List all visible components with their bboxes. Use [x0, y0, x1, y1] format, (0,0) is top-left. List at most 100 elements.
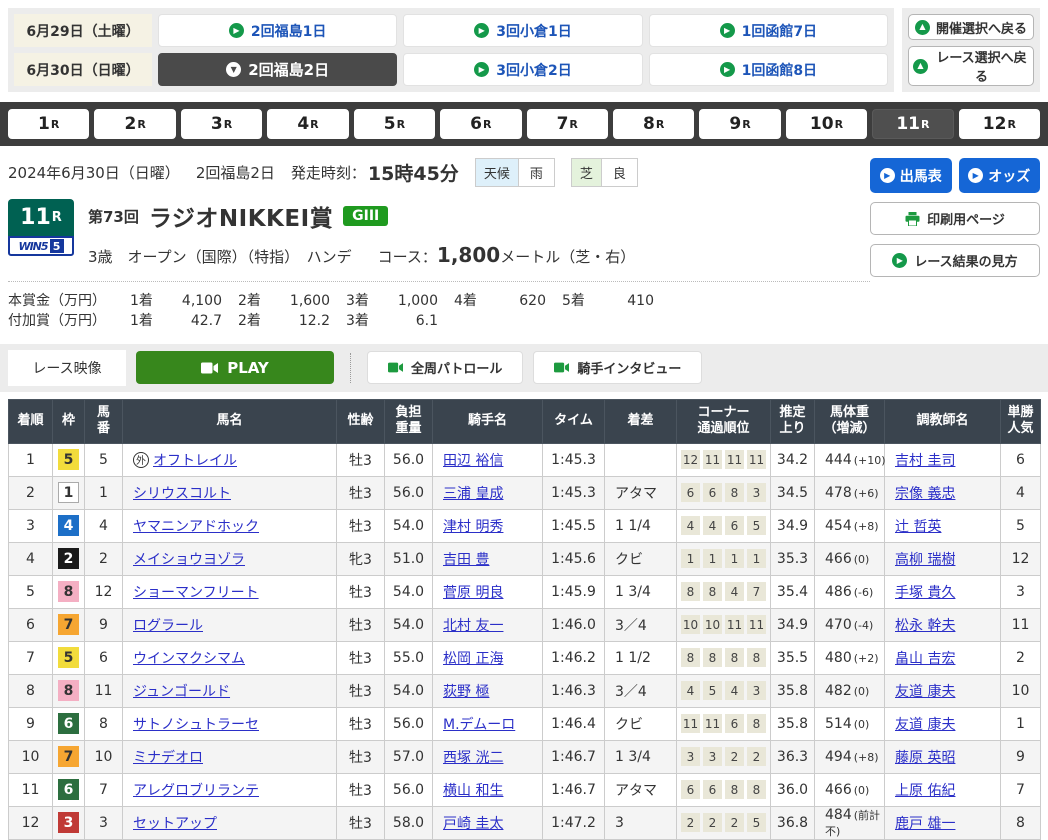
horse-name-link[interactable]: サトノシュトラーセ — [133, 714, 259, 734]
race-action-buttons: ▶ 出馬表 ▶ オッズ 印刷用ページ ▶ レース結果の見方 — [870, 158, 1040, 332]
race-number-block: 11R WIN5 5 — [8, 199, 74, 256]
trainer-link[interactable]: 辻 哲英 — [895, 519, 941, 535]
trainer-link[interactable]: 高柳 瑞樹 — [895, 552, 955, 568]
trainer-link[interactable]: 友道 康夫 — [895, 684, 955, 700]
race-tab-11r[interactable]: 11R — [872, 109, 953, 139]
back-button[interactable]: ▲レース選択へ戻る — [908, 46, 1034, 86]
corner-position-boxes: 4465 — [680, 516, 767, 535]
print-page-button[interactable]: 印刷用ページ — [870, 202, 1040, 235]
corner-positions: 4465 — [677, 509, 771, 542]
back-button[interactable]: ▲開催選択へ戻る — [908, 14, 1034, 40]
column-header: 着順 — [9, 399, 53, 443]
corner-positions: 10101111 — [677, 608, 771, 641]
patrol-video-button[interactable]: 全周パトロール — [367, 351, 523, 384]
meeting-selector: 6月29日（土曜）▶2回福島1日▶3回小倉1日▶1回函館7日6月30日（日曜）▼… — [8, 8, 894, 92]
finish-time: 1:45.3 — [543, 476, 605, 509]
jockey-link[interactable]: 三浦 皇成 — [443, 486, 503, 502]
horse-name-link[interactable]: アレグロブリランテ — [133, 780, 259, 800]
trainer-link[interactable]: 鹿戸 雄一 — [895, 816, 955, 832]
trainer-link[interactable]: 藤原 英昭 — [895, 750, 955, 766]
jockey-link[interactable]: 西塚 洸二 — [443, 750, 503, 766]
how-to-read-button[interactable]: ▶ レース結果の見方 — [870, 244, 1040, 277]
jockey-link[interactable]: 荻野 極 — [443, 684, 489, 700]
horse-weight-diff: (0) — [854, 718, 870, 731]
arrow-right-icon: ▶ — [880, 168, 895, 183]
horse-name-link[interactable]: メイショウヨゾラ — [133, 549, 245, 569]
horse-name-link[interactable]: ミナデオロ — [133, 747, 203, 767]
meeting-button[interactable]: ▶3回小倉1日 — [403, 14, 642, 47]
arrow-right-icon: ▶ — [474, 23, 489, 38]
odds-label: オッズ — [988, 166, 1030, 186]
divider — [350, 353, 351, 383]
race-tab-2r[interactable]: 2R — [94, 109, 175, 139]
corner-position: 11 — [725, 615, 744, 634]
race-tab-12r[interactable]: 12R — [959, 109, 1040, 139]
trainer-link[interactable]: 上原 佑紀 — [895, 783, 955, 799]
result-row: 422メイショウヨゾラ牝351.0吉田 豊1:45.6クビ111135.3466… — [9, 542, 1041, 575]
horse-name-link[interactable]: ログラール — [133, 615, 203, 635]
jockey-link[interactable]: 田辺 裕信 — [443, 453, 503, 469]
result-row: 968サトノシュトラーセ牡356.0M.デムーロ1:46.4クビ11116835… — [9, 707, 1041, 740]
win-popularity: 12 — [1001, 542, 1041, 575]
jockey-link[interactable]: 戸崎 圭太 — [443, 816, 503, 832]
race-tab-5r[interactable]: 5R — [354, 109, 435, 139]
printer-icon — [905, 212, 920, 226]
race-tab-3r[interactable]: 3R — [181, 109, 262, 139]
jockey-interview-button[interactable]: 騎手インタビュー — [533, 351, 702, 384]
trainer-link[interactable]: 宗像 義忠 — [895, 486, 955, 502]
odds-button[interactable]: ▶ オッズ — [959, 158, 1041, 193]
race-tab-6r[interactable]: 6R — [440, 109, 521, 139]
added-prize-values: 1着42.72着12.23着6.1 — [130, 311, 454, 331]
horse-name-link[interactable]: シリウスコルト — [133, 483, 231, 503]
horse-name-link[interactable]: ウインマクシマム — [133, 648, 245, 668]
race-tab-1r[interactable]: 1R — [8, 109, 89, 139]
meeting-button[interactable]: ▼2回福島2日 — [158, 53, 397, 86]
jockey-link[interactable]: 北村 友一 — [443, 618, 503, 634]
corner-position: 8 — [747, 714, 766, 733]
race-tab-4r[interactable]: 4R — [267, 109, 348, 139]
prize-rank: 3着 — [346, 311, 382, 331]
race-tab-8r[interactable]: 8R — [613, 109, 694, 139]
jockey-link[interactable]: 松岡 正海 — [443, 651, 503, 667]
jockey-link[interactable]: 横山 和生 — [443, 783, 503, 799]
trainer-link[interactable]: 吉村 圭司 — [895, 453, 955, 469]
race-tab-9r[interactable]: 9R — [699, 109, 780, 139]
corner-position: 8 — [703, 582, 722, 601]
corner-position: 8 — [725, 648, 744, 667]
trainer-link[interactable]: 友道 康夫 — [895, 717, 955, 733]
horse-name-wrap: シリウスコルト — [133, 483, 333, 503]
jockey-link[interactable]: 菅原 明良 — [443, 585, 503, 601]
play-video-button[interactable]: PLAY — [136, 351, 334, 384]
horse-name-link[interactable]: ショーマンフリート — [133, 582, 259, 602]
horse-name-link[interactable]: ジュンゴールド — [133, 681, 230, 701]
date-nav-row: 6月30日（日曜）▼2回福島2日▶3回小倉2日▶1回函館8日 — [14, 53, 888, 86]
race-tab-10r[interactable]: 10R — [786, 109, 867, 139]
horse-weight: 466 — [825, 782, 852, 798]
jockey-link[interactable]: M.デムーロ — [443, 717, 515, 733]
meeting-button[interactable]: ▶3回小倉2日 — [403, 53, 642, 86]
corner-positions: 6683 — [677, 476, 771, 509]
finish-position: 9 — [9, 707, 53, 740]
meeting-button[interactable]: ▶1回函館8日 — [649, 53, 888, 86]
meeting-button[interactable]: ▶1回函館7日 — [649, 14, 888, 47]
race-number-tabs: 1R2R3R4R5R6R7R8R9R10R11R12R — [0, 102, 1048, 146]
horse-name-link[interactable]: オフトレイル — [153, 450, 237, 470]
trainer-link[interactable]: 松永 幹夫 — [895, 618, 955, 634]
shutsuba-button[interactable]: ▶ 出馬表 — [870, 158, 952, 193]
race-date-line: 2024年6月30日（日曜） 2回福島2日 発走時刻： 15時45分 天候 雨 … — [8, 158, 870, 187]
race-title-texts: 第73回 ラジオNIKKEI賞 GIII 3歳 オープン（国際）（特指） ハンデ… — [88, 199, 635, 267]
race-tab-7r[interactable]: 7R — [527, 109, 608, 139]
meeting-button[interactable]: ▶2回福島1日 — [158, 14, 397, 47]
jockey-link[interactable]: 津村 明秀 — [443, 519, 503, 535]
horse-name-link[interactable]: ヤマニンアドホック — [133, 516, 259, 536]
race-number-suffix: R — [52, 210, 62, 225]
margin — [605, 443, 677, 476]
jockey-link[interactable]: 吉田 豊 — [443, 552, 489, 568]
horse-weight-cell: 466(0) — [815, 773, 885, 806]
win-popularity: 8 — [1001, 806, 1041, 839]
trainer-link[interactable]: 畠山 吉宏 — [895, 651, 955, 667]
jockey-cell: 田辺 裕信 — [433, 443, 543, 476]
finish-time: 1:46.4 — [543, 707, 605, 740]
horse-name-link[interactable]: セットアップ — [133, 813, 217, 833]
trainer-link[interactable]: 手塚 貴久 — [895, 585, 955, 601]
